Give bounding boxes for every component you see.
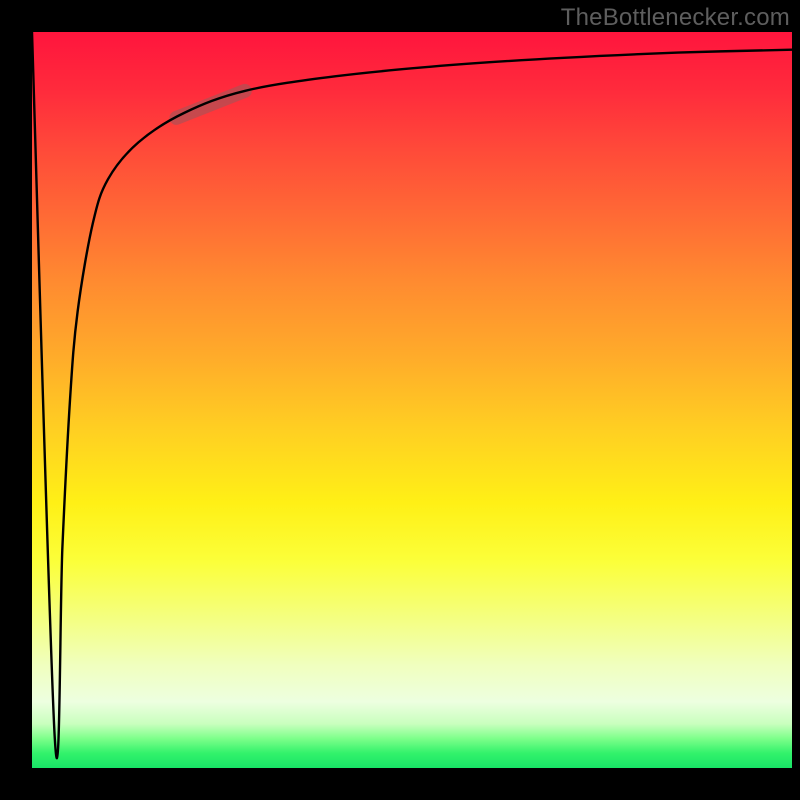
plot-area bbox=[32, 32, 792, 768]
watermark-text: TheBottlenecker.com bbox=[561, 4, 790, 32]
chart-frame: TheBottlenecker.com bbox=[0, 0, 800, 800]
curve-svg bbox=[32, 32, 792, 768]
bottleneck-curve bbox=[32, 32, 792, 758]
highlight-segment bbox=[176, 91, 244, 118]
